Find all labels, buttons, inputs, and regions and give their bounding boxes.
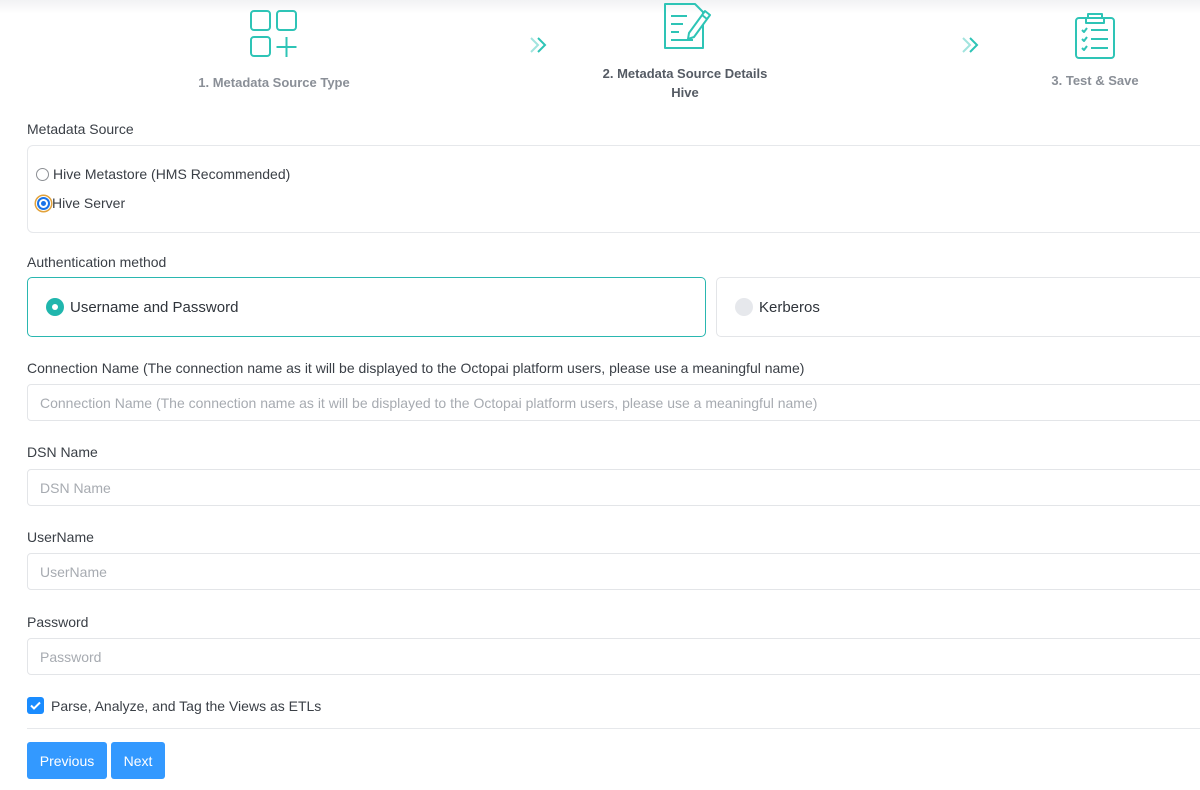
step-source-type[interactable]: 1. Metadata Source Type: [174, 8, 374, 92]
auth-method-label: Authentication method: [27, 254, 167, 270]
radio-button[interactable]: [37, 196, 50, 210]
step-label-title: 2. Metadata Source Details: [602, 66, 768, 81]
auth-option-kerberos[interactable]: Kerberos: [716, 277, 1200, 337]
username-input[interactable]: [27, 553, 1200, 590]
password-input[interactable]: [27, 638, 1200, 675]
checkbox-checked[interactable]: [27, 697, 44, 714]
double-chevron-right-icon: [528, 36, 550, 59]
clipboard-checklist-icon: [1000, 12, 1190, 60]
double-chevron-right-icon: [960, 36, 982, 59]
step-label-subtitle: Hive: [671, 85, 699, 100]
step-label: 3. Test & Save: [1051, 73, 1139, 88]
radio-label: Hive Server: [52, 195, 126, 211]
connection-name-input[interactable]: [27, 384, 1200, 421]
username-label: UserName: [27, 529, 94, 545]
dsn-name-input[interactable]: [27, 469, 1200, 506]
step-test-save[interactable]: 3. Test & Save: [1000, 12, 1190, 90]
metadata-source-box: [27, 145, 1200, 233]
grid-plus-icon: [174, 8, 374, 58]
document-edit-icon: [575, 0, 795, 52]
metadata-source-label: Metadata Source: [27, 121, 134, 137]
auth-option-label: Kerberos: [759, 298, 820, 316]
radio-hive-server[interactable]: Hive Server: [36, 195, 125, 211]
radio-selected-icon: [46, 298, 64, 316]
radio-label: Hive Metastore (HMS Recommended): [53, 166, 291, 182]
parse-views-option[interactable]: Parse, Analyze, and Tag the Views as ETL…: [27, 697, 321, 714]
auth-option-username-password[interactable]: Username and Password: [27, 277, 706, 337]
check-icon: [30, 701, 41, 710]
parse-views-label: Parse, Analyze, and Tag the Views as ETL…: [51, 697, 322, 714]
radio-unselected-icon: [735, 298, 753, 316]
previous-button[interactable]: Previous: [27, 742, 107, 779]
radio-focus-ring: [36, 196, 51, 211]
connection-name-label: Connection Name (The connection name as …: [27, 360, 805, 376]
dsn-name-label: DSN Name: [27, 444, 98, 460]
password-label: Password: [27, 614, 89, 630]
auth-option-label: Username and Password: [70, 298, 239, 316]
step-label: 2. Metadata Source Details Hive: [575, 64, 795, 102]
step-label: 1. Metadata Source Type: [198, 75, 350, 90]
next-button[interactable]: Next: [111, 742, 165, 779]
divider: [27, 728, 1200, 729]
radio-button[interactable]: [36, 167, 49, 181]
step-source-details[interactable]: 2. Metadata Source Details Hive: [575, 0, 795, 102]
radio-hive-metastore[interactable]: Hive Metastore (HMS Recommended): [36, 166, 290, 182]
